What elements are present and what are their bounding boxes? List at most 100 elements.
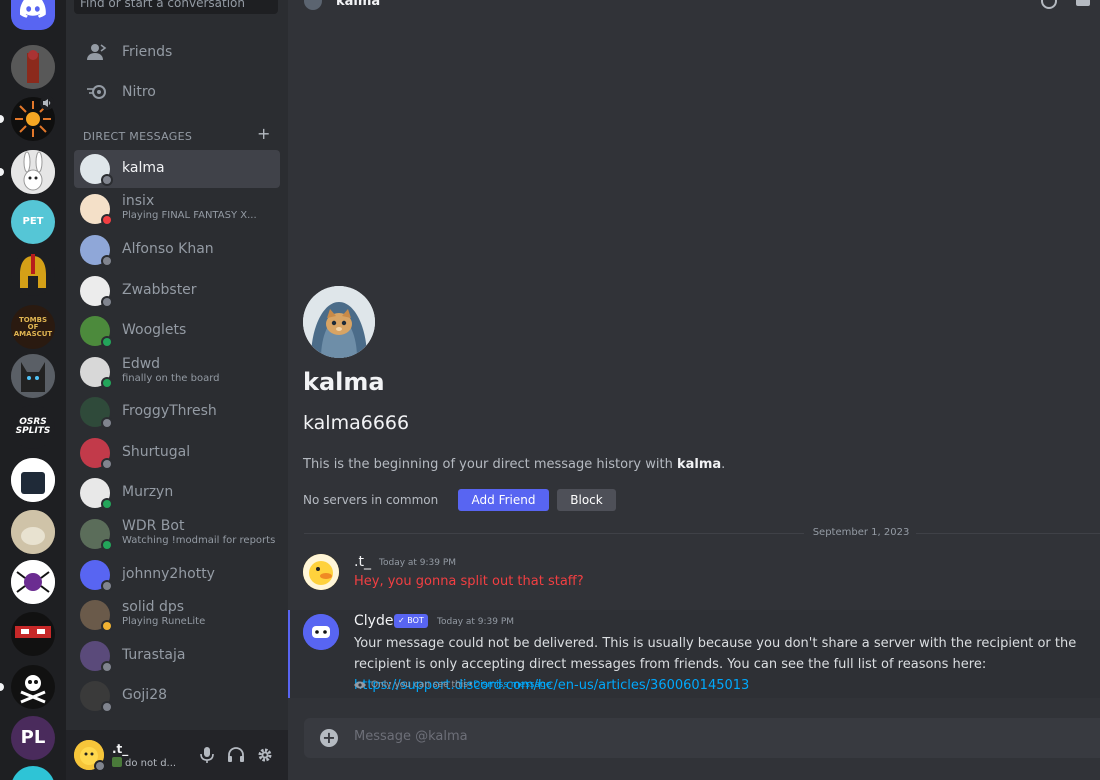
user-panel: .t_ do not d... <box>66 730 288 780</box>
dm-item-wooglets[interactable]: Wooglets <box>74 312 280 350</box>
discord-logo-icon <box>20 0 46 18</box>
message-content: Hey, you gonna split out that staff? <box>354 574 584 589</box>
block-button[interactable]: Block <box>557 489 616 511</box>
user-status-text: do not d... <box>125 758 177 769</box>
user-custom-status: do not d... <box>112 757 176 769</box>
unread-indicator <box>0 683 4 691</box>
intro-name: kalma <box>676 457 722 472</box>
nav-friends[interactable]: Friends <box>74 32 280 72</box>
nav-nitro[interactable]: Nitro <box>74 72 280 112</box>
dm-name: Goji28 <box>122 687 168 703</box>
status-offline-icon <box>101 701 113 713</box>
dm-item-alfonso-khan[interactable]: Alfonso Khan <box>74 231 280 269</box>
server-icon-pet[interactable]: PET <box>11 200 55 244</box>
server-icon[interactable] <box>11 252 55 296</box>
dm-activity: Playing FINAL FANTASY X... <box>122 210 257 221</box>
mute-button[interactable] <box>197 745 217 765</box>
wolf-avatar-icon <box>11 354 55 398</box>
status-offline-icon <box>101 458 113 470</box>
dm-item-solid-dps[interactable]: solid dps Playing RuneLite <box>74 596 280 634</box>
nav-friends-label: Friends <box>122 44 173 60</box>
server-label: OSRS SPLITS <box>15 417 51 436</box>
verified-check-icon: ✓ <box>398 616 408 625</box>
server-icon[interactable] <box>11 665 55 709</box>
server-icon[interactable] <box>11 560 55 604</box>
profile-avatar[interactable] <box>303 286 375 358</box>
status-online-icon <box>101 498 113 510</box>
dismiss-message-link[interactable]: Dismiss message <box>473 680 551 690</box>
message-input[interactable]: Message @kalma <box>354 729 468 744</box>
message-avatar[interactable] <box>303 554 339 590</box>
profile-username: kalma6666 <box>303 412 410 434</box>
message-timestamp: Today at 9:39 PM <box>379 558 457 568</box>
date-divider: September 1, 2023 <box>812 527 910 538</box>
user-status-dnd-icon <box>94 760 106 772</box>
message-author[interactable]: .t_ <box>354 554 371 570</box>
header-title: kalma <box>336 0 381 9</box>
user-settings-button[interactable] <box>255 745 275 765</box>
server-icon[interactable] <box>11 354 55 398</box>
server-icon[interactable] <box>11 766 55 780</box>
dm-item-johnny2hotty[interactable]: johnny2hotty <box>74 556 280 594</box>
voice-call-icon[interactable] <box>1040 0 1058 10</box>
server-icon[interactable] <box>11 612 55 656</box>
status-offline-icon <box>101 296 113 308</box>
video-call-icon[interactable] <box>1076 0 1096 8</box>
home-button[interactable] <box>11 0 55 30</box>
dm-item-turastaja[interactable]: Turastaja <box>74 637 280 675</box>
status-idle-icon <box>101 620 113 632</box>
intro-suffix: . <box>721 457 726 472</box>
dm-item-wdr-bot[interactable]: WDR Bot Watching !modmail for reports <box>74 515 280 553</box>
server-icon-osrs-splits[interactable]: OSRS SPLITS <box>11 405 55 449</box>
server-icon[interactable] <box>11 45 55 89</box>
dm-item-insix[interactable]: insix Playing FINAL FANTASY X... <box>74 190 280 228</box>
divider-line <box>916 533 1100 534</box>
dm-item-kalma[interactable]: kalma <box>74 150 280 188</box>
mutual-servers: No servers in common <box>303 493 439 507</box>
server-icon-pl[interactable]: PL <box>11 716 55 760</box>
face-avatar-icon <box>11 612 55 656</box>
server-label: PET <box>22 216 44 227</box>
intro-prefix: This is the beginning of your direct mes… <box>303 457 677 472</box>
message-author[interactable]: Clyde <box>354 613 393 629</box>
header-avatar <box>304 0 322 10</box>
status-offline-icon <box>101 174 113 186</box>
server-label: PL <box>20 727 46 748</box>
dm-item-murzyn[interactable]: Murzyn <box>74 474 280 512</box>
headphones-icon <box>228 747 244 762</box>
dm-item-goji28[interactable]: Goji28 <box>74 677 280 715</box>
add-friend-button[interactable]: Add Friend <box>458 489 549 511</box>
bot-tag-label: BOT <box>407 616 424 625</box>
dm-item-zwabbster[interactable]: Zwabbster <box>74 272 280 310</box>
server-rail: PET TOMBS OF AMASCUT OSRS SPLITS PL <box>0 0 66 780</box>
dm-name: Zwabbster <box>122 282 197 298</box>
skull-crossbones-icon <box>20 675 46 704</box>
clyde-avatar[interactable] <box>303 614 339 650</box>
dm-item-froggythresh[interactable]: FroggyThresh <box>74 393 280 431</box>
upload-plus-icon[interactable]: + <box>320 729 338 747</box>
dm-item-shurtugal[interactable]: Shurtugal <box>74 434 280 472</box>
ephemeral-label: Only you can see this <box>371 680 468 690</box>
server-label: TOMBS OF AMASCUT <box>13 315 53 338</box>
message-composer[interactable]: + Message @kalma <box>304 718 1100 758</box>
dm-name: Wooglets <box>122 322 187 338</box>
deafen-button[interactable] <box>226 745 246 765</box>
dm-activity: Watching !modmail for reports <box>122 535 276 546</box>
gear-icon <box>258 748 272 762</box>
voice-speaker-icon <box>40 96 54 110</box>
server-icon[interactable] <box>11 510 55 554</box>
status-online-icon <box>101 336 113 348</box>
create-dm-icon[interactable]: + <box>257 126 271 142</box>
server-icon-toa[interactable]: TOMBS OF AMASCUT <box>11 305 55 349</box>
dm-activity: finally on the board <box>122 373 220 384</box>
search-input[interactable]: Find or start a conversation <box>74 0 278 14</box>
dm-name: Shurtugal <box>122 444 191 460</box>
server-icon[interactable] <box>11 150 55 194</box>
warrior-avatar-icon <box>11 45 55 89</box>
profile-display-name: kalma <box>303 368 385 396</box>
status-emoji-icon <box>112 757 122 767</box>
server-icon[interactable] <box>11 458 55 502</box>
dm-item-edwd[interactable]: Edwd finally on the board <box>74 353 280 391</box>
eye-icon <box>354 681 366 689</box>
nitro-icon <box>86 81 108 103</box>
